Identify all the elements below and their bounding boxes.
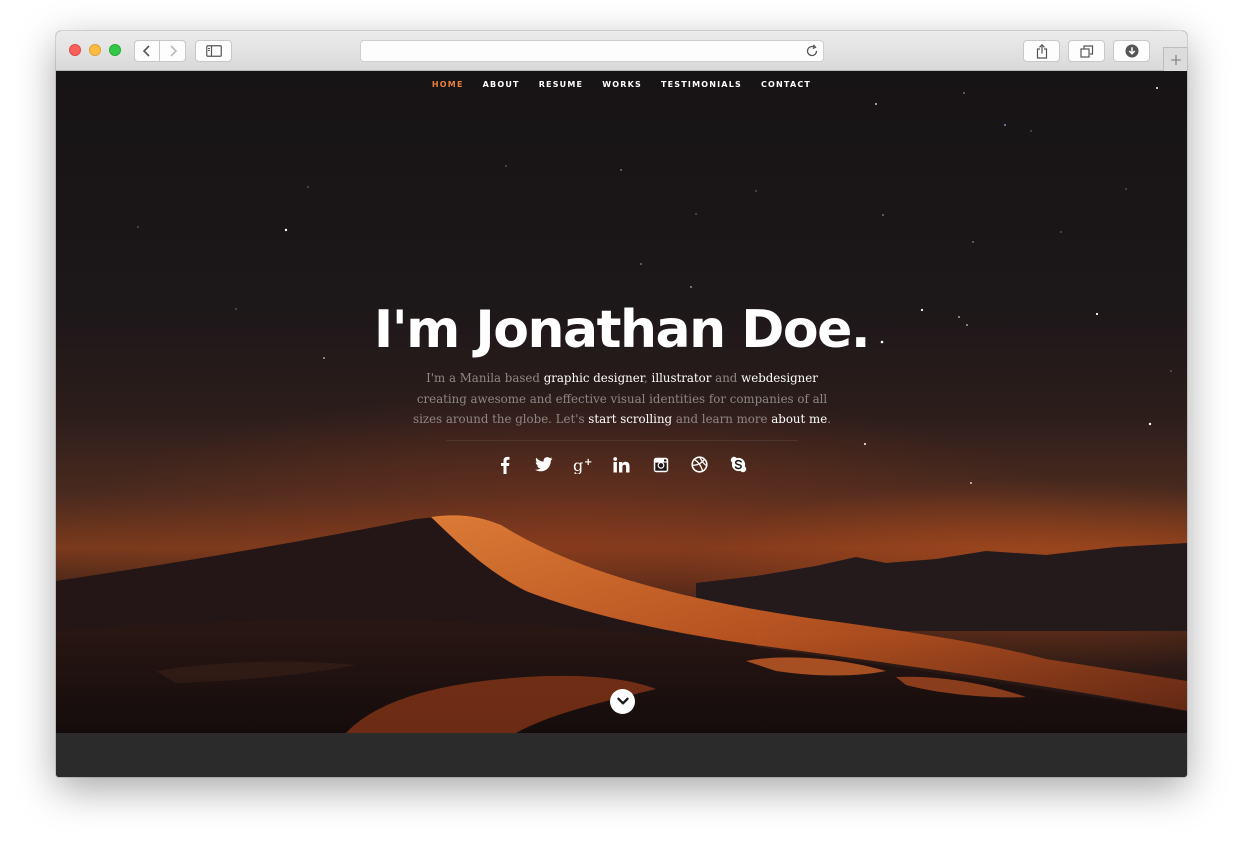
social-links: g + <box>56 454 1187 476</box>
chevron-right-icon <box>169 45 177 57</box>
browser-window: HOME ABOUT RESUME WORKS TESTIMONIALS CON… <box>56 31 1187 777</box>
dribbble-link[interactable] <box>689 454 710 475</box>
nav-about[interactable]: ABOUT <box>473 80 529 94</box>
twitter-link[interactable] <box>533 454 554 475</box>
svg-text:+: + <box>584 457 592 468</box>
intro-divider <box>446 440 798 441</box>
scroll-down-button[interactable] <box>610 689 635 714</box>
address-bar[interactable] <box>360 40 824 62</box>
intro-text: and <box>711 371 742 385</box>
linkedin-icon <box>613 456 630 472</box>
nav-home[interactable]: HOME <box>422 80 473 94</box>
intro-link-graphic-designer[interactable]: graphic designer <box>544 371 644 385</box>
forward-button[interactable] <box>160 40 186 62</box>
intro-text: , <box>644 371 652 385</box>
new-tab-button[interactable] <box>1163 47 1187 71</box>
intro-text: I'm a Manila based <box>426 371 544 385</box>
svg-text:g: g <box>573 456 583 474</box>
instagram-link[interactable] <box>650 454 671 475</box>
facebook-icon <box>500 456 509 474</box>
hero-section: HOME ABOUT RESUME WORKS TESTIMONIALS CON… <box>56 71 1187 733</box>
instagram-icon <box>653 457 668 472</box>
dribbble-icon <box>691 456 708 473</box>
minimize-window-button[interactable] <box>89 44 101 56</box>
intro-link-illustrator[interactable]: illustrator <box>652 371 712 385</box>
hero-intro: I'm a Manila based graphic designer, ill… <box>406 368 838 430</box>
hero-headline: I'm Jonathan Doe. <box>373 300 871 360</box>
intro-link-start-scrolling[interactable]: start scrolling <box>588 412 672 426</box>
nav-testimonials[interactable]: TESTIMONIALS <box>651 80 751 94</box>
zoom-window-button[interactable] <box>109 44 121 56</box>
intro-link-about-me[interactable]: about me <box>771 412 827 426</box>
chevron-left-icon <box>142 45 150 57</box>
skype-icon <box>730 456 747 473</box>
plus-icon <box>1170 54 1181 65</box>
history-navigation <box>134 40 187 62</box>
twitter-icon <box>534 457 552 472</box>
tabs-icon <box>1079 44 1093 58</box>
intro-text: and learn more <box>672 412 772 426</box>
download-icon <box>1125 44 1138 58</box>
close-window-button[interactable] <box>69 44 81 56</box>
nav-contact[interactable]: CONTACT <box>751 80 820 94</box>
skype-link[interactable] <box>728 454 749 475</box>
nav-works[interactable]: WORKS <box>593 80 652 94</box>
sidebar-icon <box>205 45 222 57</box>
google-plus-icon: g + <box>573 456 592 474</box>
back-button[interactable] <box>134 40 160 62</box>
linkedin-link[interactable] <box>611 454 632 475</box>
google-plus-link[interactable]: g + <box>572 454 593 475</box>
url-input[interactable] <box>361 41 801 61</box>
nav-resume[interactable]: RESUME <box>529 80 593 94</box>
downloads-button[interactable] <box>1113 40 1150 62</box>
main-navigation: HOME ABOUT RESUME WORKS TESTIMONIALS CON… <box>56 80 1187 94</box>
share-button[interactable] <box>1023 40 1060 62</box>
reload-icon[interactable] <box>805 44 819 58</box>
intro-link-webdesigner[interactable]: webdesigner <box>741 371 818 385</box>
chevron-down-icon <box>616 697 629 705</box>
sidebar-toggle-button[interactable] <box>195 40 232 62</box>
share-icon <box>1036 43 1047 59</box>
next-section-preview <box>56 733 1187 777</box>
tab-overview-button[interactable] <box>1068 40 1105 62</box>
facebook-link[interactable] <box>494 454 515 475</box>
browser-toolbar <box>56 31 1187 71</box>
intro-text: . <box>827 412 831 426</box>
